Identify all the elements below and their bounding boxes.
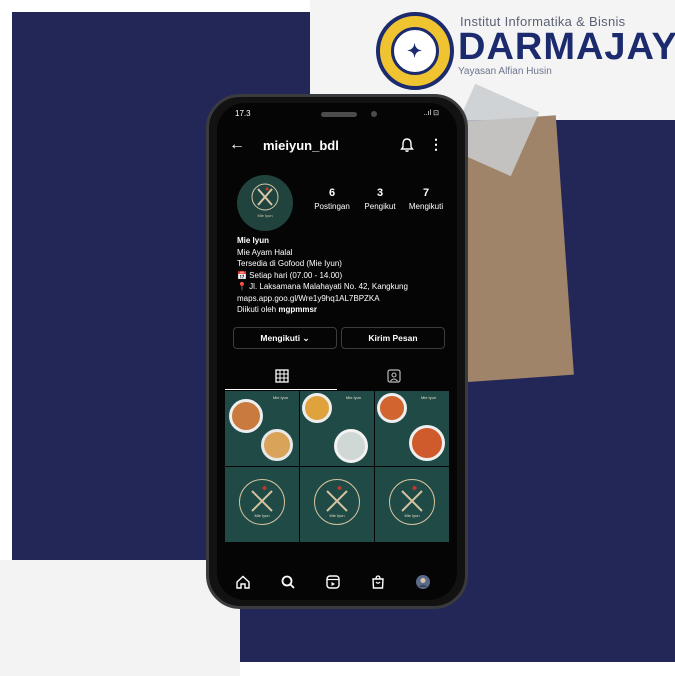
stat-followers[interactable]: 3 Pengikut	[357, 187, 403, 211]
torn-paper-bottom	[0, 560, 240, 676]
reels-icon[interactable]	[325, 574, 341, 590]
profile-bio: Mie Iyun Mie Ayam Halal Tersedia di Gofo…	[237, 235, 452, 316]
stat-following[interactable]: 7 Mengikuti	[403, 187, 449, 211]
post-caption: Mie Iyun	[421, 395, 437, 400]
shop-icon[interactable]	[370, 574, 386, 590]
bio-line: Mie Ayam Halal	[237, 247, 293, 257]
signal-battery-icon: ..ıl ⊡	[423, 110, 439, 117]
front-camera	[371, 111, 377, 117]
home-icon[interactable]	[235, 574, 251, 590]
bell-icon[interactable]	[399, 137, 415, 153]
post-tile[interactable]: Mie Iyun	[375, 467, 449, 542]
bio-line: 📅 Setiap hari (07.00 - 14.00)	[237, 270, 343, 280]
profile-name: Mie Iyun	[237, 236, 270, 245]
stat-posts[interactable]: 6 Postingan	[309, 187, 355, 211]
phone-mockup: 17.3 ..ıl ⊡ ← mieiyun_bdl ⋮ Mie Iyun 6 P…	[206, 94, 468, 609]
status-bar: 17.3 ..ıl ⊡	[235, 109, 439, 121]
speaker-pill	[321, 112, 357, 117]
profile-header: ← mieiyun_bdl ⋮	[229, 135, 445, 157]
tagged-person-icon[interactable]	[387, 369, 401, 383]
phone-screen: 17.3 ..ıl ⊡ ← mieiyun_bdl ⋮ Mie Iyun 6 P…	[217, 103, 457, 600]
stat-posts-label: Postingan	[314, 202, 350, 211]
followed-by-user[interactable]: mgpmmsr	[278, 305, 317, 314]
profile-avatar-icon[interactable]	[415, 574, 431, 590]
food-plate-image	[302, 393, 332, 423]
post-caption: Mie Iyun	[404, 513, 420, 518]
bio-link[interactable]: maps.app.goo.gl/Wre1y9hq1AL7BPZKA	[237, 293, 452, 305]
following-button[interactable]: Mengikuti ⌄	[233, 327, 337, 349]
followed-by-prefix: Diikuti oleh	[237, 305, 279, 314]
darmajaya-seal-logo: ✦	[376, 12, 454, 90]
stat-followers-value: 3	[376, 187, 384, 199]
active-tab-indicator	[225, 389, 337, 390]
brand-name: DARMAJAYA	[458, 26, 675, 68]
username: mieiyun_bdl	[263, 138, 339, 153]
grid-icon[interactable]	[275, 369, 289, 383]
post-tile[interactable]: Mie Iyun	[225, 467, 299, 542]
stat-following-label: Mengikuti	[408, 202, 444, 211]
stat-following-value: 7	[422, 187, 430, 199]
followed-by: Diikuti oleh mgpmmsr	[237, 304, 452, 316]
profile-tabs	[225, 365, 449, 391]
bio-line: Tersedia di Gofood (Mie Iyun)	[237, 259, 342, 268]
more-vert-icon[interactable]: ⋮	[429, 136, 443, 153]
post-caption: Mie Iyun	[254, 513, 270, 518]
food-plate-image	[377, 393, 407, 423]
arrow-left-icon[interactable]: ←	[229, 137, 245, 153]
post-tile[interactable]: Mie Iyun	[300, 391, 374, 466]
post-caption: Mie Iyun	[346, 395, 362, 400]
post-tile[interactable]: Mie Iyun	[375, 391, 449, 466]
post-caption: Mie Iyun	[273, 395, 289, 400]
bio-line: 📍 Jl. Laksamana Malahayati No. 42, Kangk…	[237, 282, 408, 291]
food-plate-image	[409, 425, 445, 461]
fork-spoon-logo-icon	[251, 183, 279, 211]
food-plate-image	[229, 399, 263, 433]
food-plate-image	[261, 429, 293, 461]
message-button[interactable]: Kirim Pesan	[341, 327, 445, 349]
profile-avatar[interactable]: Mie Iyun	[237, 175, 293, 231]
avatar-caption: Mie Iyun	[257, 213, 273, 218]
search-icon[interactable]	[280, 574, 296, 590]
bottom-nav	[229, 574, 445, 592]
post-tile[interactable]: Mie Iyun	[225, 391, 299, 466]
status-time: 17.3	[235, 109, 251, 118]
post-tile[interactable]: Mie Iyun	[300, 467, 374, 542]
background-collage: ✦ Institut Informatika & Bisnis DARMAJAY…	[0, 0, 675, 676]
stat-posts-value: 6	[328, 187, 336, 199]
food-plate-image	[334, 429, 368, 463]
post-caption: Mie Iyun	[329, 513, 345, 518]
stat-followers-label: Pengikut	[364, 202, 396, 211]
foundation-name: Yayasan Alfian Husin	[458, 66, 552, 77]
